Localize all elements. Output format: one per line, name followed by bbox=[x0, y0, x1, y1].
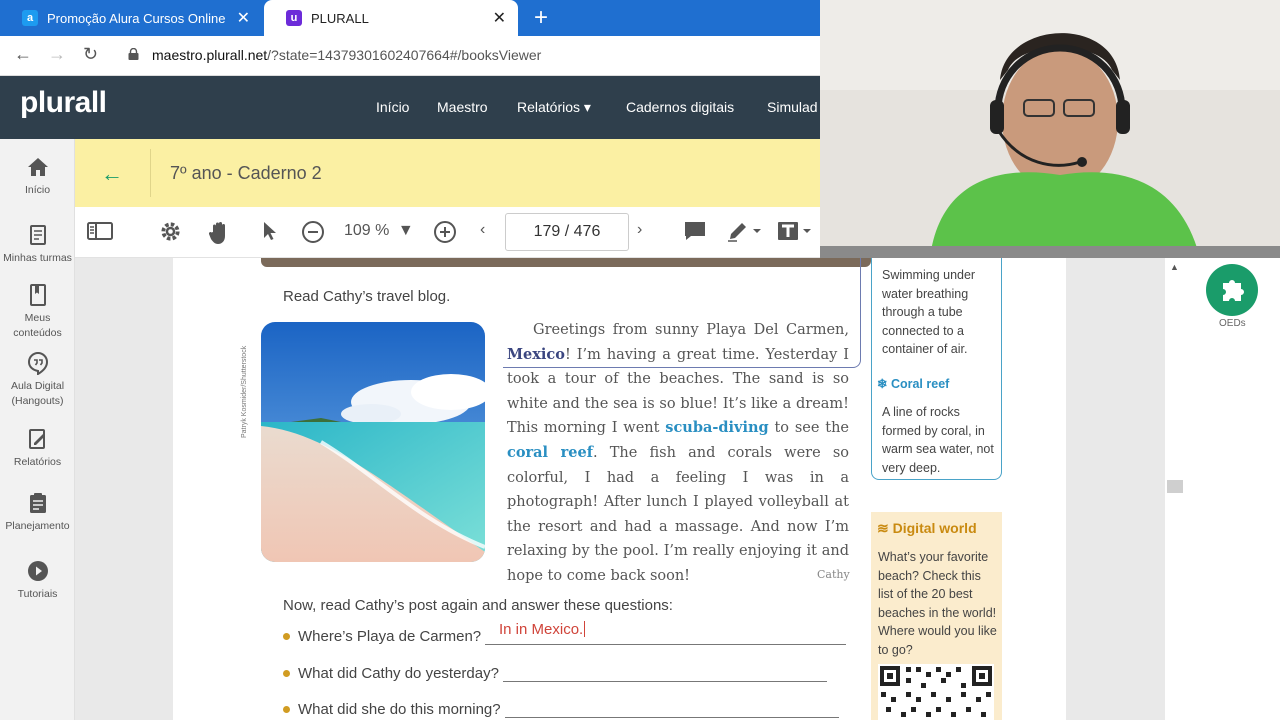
pen-tool-icon[interactable] bbox=[727, 220, 763, 242]
sidebar-item-meus-conteudos[interactable]: Meus conteúdos bbox=[0, 283, 75, 341]
answer-line-3[interactable] bbox=[504, 702, 839, 718]
book-header: ← 7º ano - Caderno 2 bbox=[75, 139, 820, 207]
page-number-input[interactable]: 179 / 476 bbox=[505, 213, 629, 251]
sidebar-item-relatorios[interactable]: Relatórios bbox=[0, 427, 75, 470]
sidebar-item-tutoriais[interactable]: Tutoriais bbox=[0, 559, 75, 602]
plurall-logo[interactable]: plurall bbox=[20, 86, 107, 120]
url-input[interactable]: maestro.plurall.net/?state=1437930160240… bbox=[152, 47, 541, 63]
left-sidebar: Início Minhas turmas Meus conteúdos Aula… bbox=[0, 139, 75, 720]
browser-tabbar: a Promoção Alura Cursos Online ✕ u PLURA… bbox=[0, 0, 820, 36]
tab-title: PLURALL bbox=[311, 10, 369, 26]
scuba-diving-highlight: scuba-diving bbox=[665, 419, 769, 437]
sidebar-item-label: Aula Digital (Hangouts) bbox=[10, 380, 65, 407]
viewer-toolbar: 109 % ▼ ‹ 179 / 476 › bbox=[75, 207, 820, 258]
questions-intro: Now, read Cathy’s post again and answer … bbox=[283, 597, 673, 614]
book-title: 7º ano - Caderno 2 bbox=[170, 163, 322, 183]
digital-world-heading: ≋ Digital world bbox=[877, 520, 977, 536]
nav-cadernos-digitais[interactable]: Cadernos digitais bbox=[626, 99, 734, 115]
next-page-icon[interactable]: › bbox=[637, 221, 642, 239]
bullet bbox=[283, 670, 290, 677]
nav-maestro[interactable]: Maestro bbox=[437, 99, 488, 115]
sidebar-toggle-icon[interactable] bbox=[87, 220, 113, 242]
question-3: What did she do this morning? bbox=[283, 701, 839, 718]
new-tab-button[interactable]: + bbox=[534, 4, 548, 32]
alura-favicon-icon: a bbox=[22, 10, 38, 26]
sidebar-item-label: Relatórios bbox=[13, 456, 62, 468]
back-arrow-icon[interactable]: ← bbox=[101, 161, 123, 187]
intro-text: Read Cathy’s travel blog. bbox=[283, 288, 451, 305]
address-bar: ← → ↻ maestro.plurall.net/?state=1437930… bbox=[0, 36, 820, 76]
bullet bbox=[283, 633, 290, 640]
classes-icon bbox=[29, 225, 46, 245]
bookmark-icon bbox=[29, 284, 46, 306]
oed-label: OEDs bbox=[1219, 318, 1246, 329]
forward-icon[interactable]: → bbox=[48, 44, 66, 65]
reload-icon[interactable]: ↻ bbox=[83, 44, 98, 65]
zoom-select[interactable]: 109 % ▼ bbox=[344, 222, 414, 240]
oed-button[interactable] bbox=[1206, 264, 1258, 316]
tab-plurall[interactable]: u PLURALL ✕ bbox=[264, 0, 518, 36]
text-tool-icon[interactable] bbox=[777, 220, 815, 242]
pointer-icon[interactable] bbox=[261, 220, 277, 242]
sidebar-item-aula-digital[interactable]: Aula Digital (Hangouts) bbox=[0, 351, 75, 409]
back-icon[interactable]: ← bbox=[14, 44, 32, 65]
clipboard-icon bbox=[29, 493, 46, 513]
close-icon[interactable]: ✕ bbox=[493, 8, 506, 28]
glossary-box: Swimming under water breathing through a… bbox=[871, 258, 1002, 480]
nav-relatorios[interactable]: Relatórios ▾ bbox=[517, 99, 591, 116]
chevron-down-icon: ▼ bbox=[397, 222, 414, 239]
webcam-overlay bbox=[820, 0, 1280, 258]
sidebar-item-inicio[interactable]: Início bbox=[0, 155, 75, 198]
coral-definition: A line of rocks formed by coral, in warm… bbox=[882, 405, 994, 475]
digital-world-box: ≋ Digital world What’s your favorite bea… bbox=[871, 512, 1002, 720]
prev-page-icon[interactable]: ‹ bbox=[480, 221, 485, 239]
report-icon bbox=[28, 429, 45, 449]
photo-credit: Patryk Kosmider/Shutterstock bbox=[241, 345, 248, 438]
gear-icon[interactable] bbox=[159, 220, 182, 243]
coral-reef-highlight: coral reef bbox=[507, 443, 593, 461]
tab-title: Promoção Alura Cursos Online bbox=[47, 10, 226, 26]
qr-code-icon[interactable] bbox=[878, 664, 994, 720]
zoom-out-icon[interactable] bbox=[301, 220, 325, 244]
sidebar-item-label: Meus conteúdos bbox=[13, 312, 62, 339]
text-caret bbox=[584, 621, 586, 637]
home-icon bbox=[27, 158, 48, 176]
lock-icon bbox=[128, 48, 139, 60]
hangouts-icon bbox=[27, 351, 48, 375]
puzzle-icon bbox=[1223, 280, 1244, 301]
bullet bbox=[283, 706, 290, 713]
play-icon bbox=[27, 561, 48, 581]
app-header: plurall Início Maestro Relatórios ▾ Cade… bbox=[0, 76, 820, 139]
nav-inicio[interactable]: Início bbox=[376, 99, 409, 115]
scuba-definition: Swimming under water breathing through a… bbox=[882, 268, 976, 356]
divider bbox=[150, 149, 151, 197]
sidebar-item-label: Início bbox=[24, 184, 51, 196]
scrollbar-thumb[interactable] bbox=[1167, 480, 1183, 493]
plurall-favicon-icon: u bbox=[286, 10, 302, 26]
sidebar-item-label: Tutoriais bbox=[17, 588, 58, 600]
sidebar-item-planejamento[interactable]: Planejamento bbox=[0, 491, 75, 534]
tab-alura[interactable]: a Promoção Alura Cursos Online ✕ bbox=[0, 0, 262, 36]
scroll-up-icon[interactable]: ▲ bbox=[1170, 262, 1179, 272]
zoom-in-icon[interactable] bbox=[433, 220, 457, 244]
snowflake-icon: ❄ bbox=[877, 377, 891, 391]
digital-world-text: What’s your favorite beach? Check this l… bbox=[878, 550, 997, 657]
comment-icon[interactable] bbox=[683, 220, 707, 242]
mexico-highlight: Mexico bbox=[507, 345, 565, 363]
coral-reef-heading: ❄ Coral reef bbox=[877, 377, 950, 391]
signature: Cathy bbox=[817, 568, 850, 581]
book-page: Read Cathy’s travel blog. Patryk Kosmide… bbox=[173, 258, 1066, 720]
nav-simulados[interactable]: Simulad bbox=[767, 99, 818, 115]
answer-line-2[interactable] bbox=[502, 666, 827, 682]
sidebar-item-minhas-turmas[interactable]: Minhas turmas bbox=[0, 223, 75, 266]
hand-tool-icon[interactable] bbox=[208, 220, 232, 246]
wifi-icon: ≋ bbox=[877, 520, 893, 536]
beach-photo bbox=[261, 322, 485, 562]
sidebar-item-label: Planejamento bbox=[5, 520, 70, 532]
sidebar-item-label: Minhas turmas bbox=[3, 252, 72, 264]
answer-input-1[interactable]: In in Mexico. bbox=[499, 621, 586, 638]
blog-text: Greetings from sunny Playa Del Carmen, M… bbox=[507, 322, 850, 584]
close-icon[interactable]: ✕ bbox=[237, 8, 250, 28]
question-2: What did Cathy do yesterday? bbox=[283, 665, 827, 682]
